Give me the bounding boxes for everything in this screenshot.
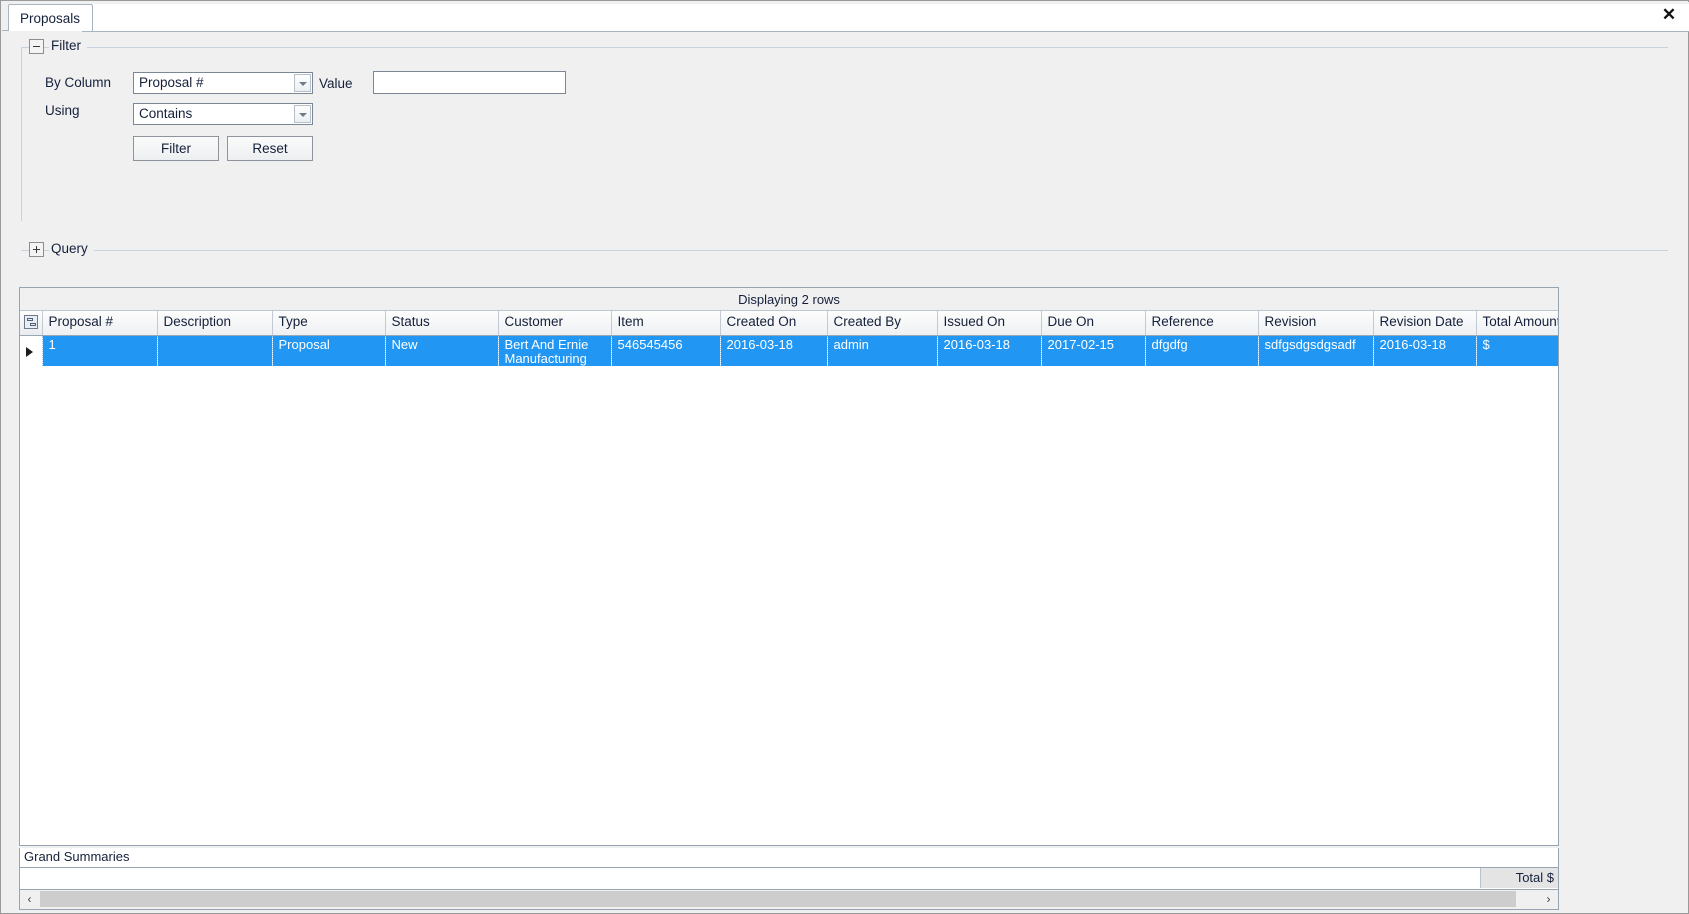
grand-summaries-value-bar: Total $ (19, 868, 1559, 890)
current-row-arrow-icon (26, 346, 33, 357)
column-header-reference[interactable]: Reference (1145, 311, 1259, 336)
cell-issued-on[interactable]: 2016-03-18 (937, 335, 1042, 366)
application-window: Proposals ✕ Filter By Column Using Value… (0, 0, 1689, 914)
cell-status[interactable]: New (385, 335, 499, 366)
column-header-created-by[interactable]: Created By (827, 311, 938, 336)
by-column-label: By Column (45, 75, 112, 90)
using-select-value: Contains (139, 106, 193, 121)
cell-revision[interactable]: sdfgsdgsdgsadf (1258, 335, 1374, 366)
query-groupbox: Query (21, 237, 1668, 277)
chevron-down-icon (299, 113, 307, 117)
cell-due-on[interactable]: 2017-02-15 (1041, 335, 1146, 366)
grid-scroll-area: Proposal # Description Type Status Custo… (20, 311, 1558, 845)
proposals-table: Proposal # Description Type Status Custo… (20, 311, 1558, 366)
query-group-title: Query (49, 237, 94, 261)
grid-row-count-caption: Displaying 2 rows (20, 288, 1558, 311)
cell-revision-date[interactable]: 2016-03-18 (1373, 335, 1477, 366)
cell-description[interactable] (157, 335, 273, 366)
value-input[interactable] (373, 71, 566, 94)
tab-proposals[interactable]: Proposals (8, 4, 94, 31)
cell-customer[interactable]: Bert And Ernie Manufacturing (498, 335, 612, 366)
grand-total-cell: Total $ (1480, 868, 1558, 888)
query-expand-toggle-icon[interactable] (29, 242, 44, 257)
minus-glyph (33, 46, 40, 47)
column-header-revision[interactable]: Revision (1258, 311, 1374, 336)
table-row[interactable]: 1 Proposal New Bert And Ernie Manufactur… (20, 335, 1558, 366)
cell-type[interactable]: Proposal (272, 335, 386, 366)
by-column-dropdown-button[interactable] (294, 74, 311, 92)
tab-strip: Proposals (2, 2, 1689, 32)
cell-created-on[interactable]: 2016-03-18 (720, 335, 828, 366)
proposals-grid-panel: Displaying 2 rows Proposal # Description… (19, 287, 1559, 846)
grid-horizontal-scrollbar[interactable]: ‹ › (19, 890, 1559, 910)
scroll-left-icon[interactable]: ‹ (20, 890, 39, 908)
column-header-proposal-no[interactable]: Proposal # (42, 311, 158, 336)
column-header-type[interactable]: Type (272, 311, 386, 336)
query-group-line (21, 250, 1668, 251)
using-select[interactable]: Contains (133, 103, 313, 125)
column-header-status[interactable]: Status (385, 311, 499, 336)
column-header-total-amount[interactable]: Total Amount (1476, 311, 1558, 336)
filter-group-line (21, 47, 1668, 48)
plus-glyph-vertical (36, 246, 37, 253)
filter-collapse-toggle-icon[interactable] (29, 39, 44, 54)
by-column-select[interactable]: Proposal # (133, 72, 313, 94)
filter-group-sidebar (21, 47, 22, 221)
cell-item[interactable]: 546545456 (611, 335, 721, 366)
using-dropdown-button[interactable] (294, 105, 311, 123)
column-header-item[interactable]: Item (611, 311, 721, 336)
cell-created-by[interactable]: admin (827, 335, 938, 366)
value-label: Value (319, 76, 353, 91)
chevron-down-icon (299, 82, 307, 86)
grid-settings-icon[interactable] (23, 315, 38, 329)
row-indicator-cell[interactable] (20, 335, 43, 366)
reset-button[interactable]: Reset (227, 136, 313, 161)
column-header-created-on[interactable]: Created On (720, 311, 828, 336)
column-header-description[interactable]: Description (157, 311, 273, 336)
column-header-revision-date[interactable]: Revision Date (1373, 311, 1477, 336)
by-column-select-value: Proposal # (139, 75, 204, 90)
cell-total-amount[interactable]: $ (1476, 335, 1558, 366)
column-header-indicator[interactable] (20, 311, 43, 336)
tab-strip-filler (82, 4, 1689, 32)
column-header-customer[interactable]: Customer (498, 311, 612, 336)
table-header-row: Proposal # Description Type Status Custo… (20, 311, 1558, 336)
using-label: Using (45, 103, 80, 118)
cell-proposal-no[interactable]: 1 (42, 335, 158, 366)
cell-reference[interactable]: dfgdfg (1145, 335, 1259, 366)
filter-button[interactable]: Filter (133, 136, 219, 161)
filter-groupbox: Filter By Column Using Value Proposal # … (21, 34, 1668, 221)
scrollbar-thumb[interactable] (40, 891, 1516, 907)
close-icon[interactable]: ✕ (1656, 2, 1682, 28)
column-header-due-on[interactable]: Due On (1041, 311, 1146, 336)
scroll-right-icon[interactable]: › (1539, 890, 1558, 908)
grand-summaries-label: Grand Summaries (19, 848, 1559, 868)
filter-group-title: Filter (49, 34, 87, 58)
column-header-issued-on[interactable]: Issued On (937, 311, 1042, 336)
